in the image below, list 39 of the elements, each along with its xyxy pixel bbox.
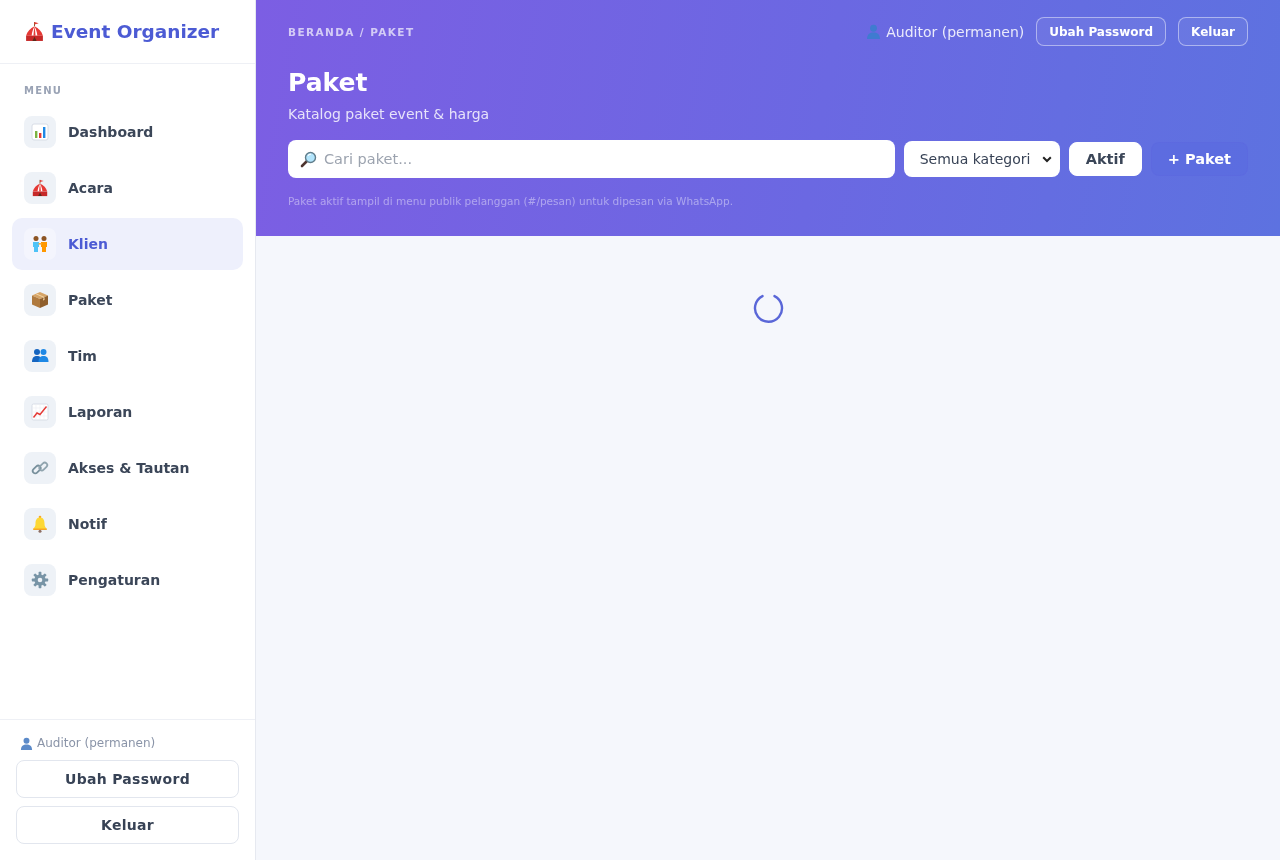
category-select[interactable]: Semua kategori xyxy=(903,141,1060,177)
box-icon xyxy=(24,284,56,316)
search-field[interactable]: Cari paket... xyxy=(288,140,895,178)
two-people-icon xyxy=(24,228,56,260)
bell-icon xyxy=(24,508,56,540)
sidebar-nav-item[interactable]: Acara xyxy=(12,162,243,214)
person-icon xyxy=(866,24,882,39)
sidebar-nav-item[interactable]: Klien xyxy=(12,218,243,270)
filter-button[interactable]: Aktif xyxy=(1068,142,1142,176)
add-package-button[interactable]: + Paket xyxy=(1150,142,1248,176)
brand-title: Event Organizer xyxy=(51,21,220,42)
person-icon xyxy=(20,736,33,750)
user-role-text: Auditor (permanen) xyxy=(37,736,156,750)
user-role-text: Auditor (permanen) xyxy=(886,23,1025,40)
sidebar-nav-item[interactable]: Pengaturan xyxy=(12,554,243,606)
page-title: Paket xyxy=(288,67,369,99)
sidebar-nav-item[interactable]: Paket xyxy=(12,274,243,326)
sidebar-nav-item[interactable]: Laporan xyxy=(12,386,243,438)
gear-icon xyxy=(24,564,56,596)
sidebar-nav-item[interactable]: Tim xyxy=(12,330,243,382)
breadcrumb: BERANDA / PAKET xyxy=(288,25,415,38)
sidebar-nav-item[interactable]: Notif xyxy=(12,498,243,550)
line-chart-icon xyxy=(24,396,56,428)
info-note: Paket aktif tampil di menu publik pelanggan (#/pesan) untuk dipesan via WhatsApp. xyxy=(288,194,734,208)
sidebar-nav-item[interactable]: Dashboard xyxy=(12,106,243,158)
link-icon xyxy=(24,452,56,484)
page-subtitle: Katalog paket event & harga xyxy=(288,105,491,124)
chevron-down-icon xyxy=(1041,155,1052,163)
group-icon xyxy=(24,340,56,372)
logout-button[interactable]: Keluar xyxy=(16,806,239,844)
change-password-button[interactable]: Ubah Password xyxy=(1036,17,1167,46)
logout-button[interactable]: Keluar xyxy=(1178,17,1248,46)
change-password-button[interactable]: Ubah Password xyxy=(16,760,239,798)
tent-icon xyxy=(24,172,56,204)
sidebar-nav-item[interactable]: Akses & Tautan xyxy=(12,442,243,494)
tent-icon xyxy=(24,21,45,42)
search-icon xyxy=(300,151,317,168)
menu-section-label: MENU xyxy=(23,84,64,98)
bar-chart-icon xyxy=(24,116,56,148)
